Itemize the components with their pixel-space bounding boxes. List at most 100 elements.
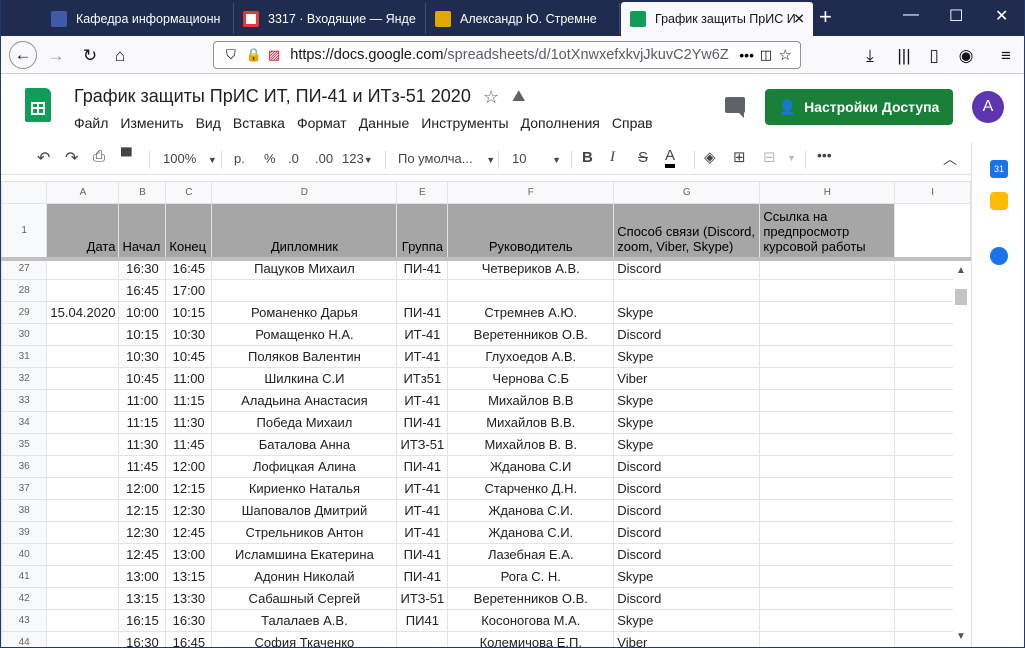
cell-start[interactable]: 12:15 — [118, 499, 167, 522]
header-cell-start[interactable]: Начал — [118, 203, 167, 258]
download-icon[interactable]: ⤓ — [857, 43, 883, 69]
cell-group[interactable]: ИТ-41 — [396, 499, 449, 522]
col-header-g[interactable]: G — [613, 181, 761, 204]
header-cell-end[interactable]: Конец — [165, 203, 213, 258]
row-number[interactable]: 35 — [1, 433, 48, 456]
print-icon[interactable]: ⎙ — [93, 148, 105, 165]
cell-link[interactable] — [759, 367, 896, 390]
cell-student[interactable]: Адонин Николай — [211, 565, 398, 588]
cell-date[interactable] — [46, 477, 120, 500]
cell-start[interactable]: 11:45 — [118, 455, 167, 478]
row-number[interactable]: 39 — [1, 521, 48, 544]
cell-group[interactable]: ПИ-41 — [396, 455, 449, 478]
row-number[interactable]: 34 — [1, 411, 48, 434]
cell-student[interactable]: Исламшина Екатерина — [211, 543, 398, 566]
tab-mail[interactable]: 3317 · Входящие — Янде — [234, 3, 426, 34]
cell-date[interactable] — [46, 389, 120, 412]
row-number[interactable]: 42 — [1, 587, 48, 610]
cell-contact[interactable]: Discord — [613, 323, 761, 346]
cell-date[interactable] — [46, 279, 120, 302]
menu-addons[interactable]: Дополнения — [521, 115, 600, 131]
cell-supervisor[interactable]: Лазебная Е.А. — [447, 543, 615, 566]
cell-start[interactable]: 13:00 — [118, 565, 167, 588]
cell-group[interactable] — [396, 631, 449, 647]
scroll-up-icon[interactable]: ▲ — [956, 265, 966, 276]
cell-supervisor[interactable]: Старченко Д.Н. — [447, 477, 615, 500]
cell-link[interactable] — [759, 587, 896, 610]
italic-button[interactable]: I — [610, 149, 615, 166]
strikethrough-button[interactable]: S — [638, 149, 648, 166]
col-header-a[interactable]: A — [46, 181, 120, 204]
cell-date[interactable] — [46, 587, 120, 610]
cell-supervisor[interactable]: Михайлов В.В. — [447, 411, 615, 434]
cell-end[interactable]: 11:00 — [165, 367, 213, 390]
sidebar-icon[interactable]: ▯ — [921, 43, 947, 69]
cell-end[interactable]: 11:45 — [165, 433, 213, 456]
cell-supervisor[interactable]: Михайлов В.В — [447, 389, 615, 412]
header-cell-supervisor[interactable]: Руководитель — [447, 203, 615, 258]
text-color-button[interactable]: A — [665, 148, 676, 168]
cell-link[interactable] — [759, 521, 896, 544]
menu-data[interactable]: Данные — [359, 115, 410, 131]
cell-supervisor[interactable]: Жданова С.И. — [447, 521, 615, 544]
cell-date[interactable] — [46, 631, 120, 647]
window-close-icon[interactable]: ✕ — [995, 6, 1008, 26]
decrease-decimal-button[interactable]: .0 — [288, 151, 299, 166]
row-number[interactable]: 38 — [1, 499, 48, 522]
header-cell-student[interactable]: Дипломник — [211, 203, 398, 258]
cell-student[interactable]: Аладьина Анастасия — [211, 389, 398, 412]
cell-contact[interactable]: Discord — [613, 521, 761, 544]
row-number[interactable]: 37 — [1, 477, 48, 500]
vertical-scrollbar[interactable]: ▲ ▼ — [953, 261, 971, 647]
cell-link[interactable] — [759, 279, 896, 302]
header-cell-date[interactable]: Дата — [46, 203, 120, 258]
cell-start[interactable]: 10:30 — [118, 345, 167, 368]
cell-end[interactable]: 11:30 — [165, 411, 213, 434]
cell-link[interactable] — [759, 433, 896, 456]
cell-date[interactable] — [46, 499, 120, 522]
cell-supervisor[interactable]: Рога С. Н. — [447, 565, 615, 588]
cell-start[interactable]: 12:30 — [118, 521, 167, 544]
col-header-i[interactable]: I — [894, 181, 971, 204]
cell-end[interactable]: 12:30 — [165, 499, 213, 522]
cell-group[interactable]: ПИ-41 — [396, 301, 449, 324]
cell-supervisor[interactable]: Веретенников О.В. — [447, 323, 615, 346]
row-number[interactable]: 43 — [1, 609, 48, 632]
tab-outlook[interactable]: Александр Ю. Стремне — [426, 3, 620, 34]
zoom-select[interactable]: 100% ▼ — [163, 151, 217, 166]
cell-contact[interactable]: Skype — [613, 609, 761, 632]
calendar-icon[interactable]: 31 — [990, 160, 1008, 178]
cell-contact[interactable]: Discord — [613, 587, 761, 610]
menu-tools[interactable]: Инструменты — [421, 115, 508, 131]
row-number[interactable]: 31 — [1, 345, 48, 368]
header-cell-link[interactable]: Ссылка на предпросмотр курсовой работы — [759, 203, 896, 258]
library-icon[interactable]: ||| — [891, 43, 917, 69]
col-header-d[interactable]: D — [211, 181, 398, 204]
row-number[interactable]: 28 — [1, 279, 48, 302]
cell-end[interactable]: 16:45 — [165, 631, 213, 647]
col-header-c[interactable]: C — [165, 181, 213, 204]
row-number[interactable]: 32 — [1, 367, 48, 390]
col-header-h[interactable]: H — [759, 181, 896, 204]
cell-student[interactable]: Поляков Валентин — [211, 345, 398, 368]
cell-start[interactable]: 13:15 — [118, 587, 167, 610]
cell-supervisor[interactable]: Колемичова Е.П. — [447, 631, 615, 647]
pocket-icon[interactable]: ◫ — [760, 47, 772, 63]
cell-group[interactable]: ИТ-41 — [396, 323, 449, 346]
cell-supervisor[interactable]: Жданова С.И. — [447, 499, 615, 522]
cell-link[interactable] — [759, 477, 896, 500]
header-cell-contact[interactable]: Способ связи (Discord, zoom, Viber, Skyp… — [613, 203, 761, 258]
share-button[interactable]: 👤 Настройки Доступа — [765, 89, 953, 125]
cell-link[interactable] — [759, 565, 896, 588]
cell-group[interactable]: ИТ-41 — [396, 477, 449, 500]
url-bar[interactable]: ⛉ 🔒 ▨ https://docs.google.com /spreadshe… — [213, 41, 801, 69]
cell-link[interactable] — [759, 345, 896, 368]
cell-student[interactable]: Шаповалов Дмитрий — [211, 499, 398, 522]
scroll-thumb[interactable] — [955, 289, 967, 305]
cell-end[interactable]: 12:15 — [165, 477, 213, 500]
cell-group[interactable]: ПИ-41 — [396, 411, 449, 434]
cell-end[interactable]: 13:15 — [165, 565, 213, 588]
cell-end[interactable]: 12:45 — [165, 521, 213, 544]
cell-student[interactable] — [211, 279, 398, 302]
header-cell-i[interactable] — [894, 203, 971, 258]
